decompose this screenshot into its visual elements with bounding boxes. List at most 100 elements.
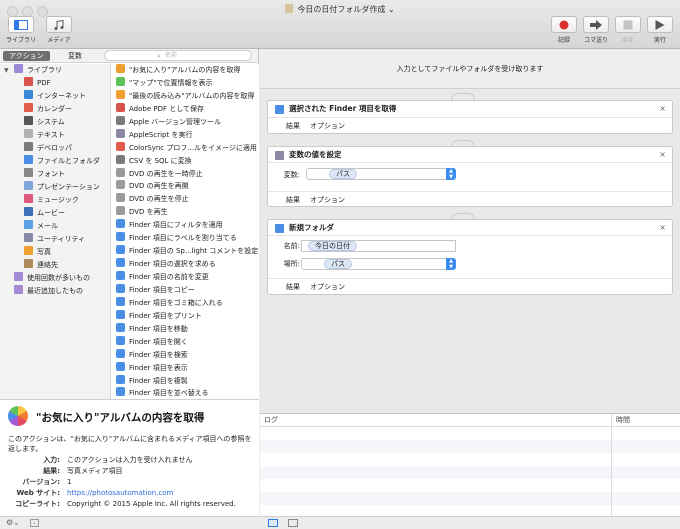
action-list-item[interactable]: Apple バージョン管理ツール	[112, 115, 259, 129]
log-row	[260, 479, 680, 492]
description-input-row: 入力: このアクションは入力を受け入れません	[43, 456, 193, 464]
time-column-header[interactable]: 時間	[616, 414, 630, 427]
date-token[interactable]: 今日の日付	[308, 241, 357, 251]
log-column-header[interactable]: ログ	[264, 414, 278, 427]
action-list-item[interactable]: AppleScript を実行	[112, 128, 259, 142]
action-list-item[interactable]: Finder 項目にラベルを割り当てる	[112, 232, 259, 245]
card2-result-toggle[interactable]: 結果	[286, 196, 300, 204]
card1-result-toggle[interactable]: 結果	[286, 122, 300, 130]
stop-button[interactable]: 中止	[612, 16, 644, 44]
variable-popup[interactable]: パス ▲ ▼	[306, 168, 456, 180]
sidebar-item-category[interactable]: ▼ ライブラリ	[0, 64, 110, 77]
action-card-new-folder[interactable]: 新規フォルダ × 名前: 今日の日付 場所: パス ▲ ▼ 結果 オプション	[267, 219, 673, 295]
description-toggle-icon[interactable]: ⌄	[30, 519, 39, 527]
action-list-item[interactable]: ColorSync プロフ...ルをイメージに適用	[112, 141, 259, 155]
action-list-item[interactable]: DVD の再生を再開	[112, 180, 259, 193]
sidebar-item-category[interactable]: プレゼンテーション	[0, 181, 110, 194]
sidebar-item-category[interactable]: 連絡先	[0, 259, 110, 272]
action-list-item[interactable]: "マップ"で位置情報を表示	[112, 76, 259, 90]
action-list-item[interactable]: "最後の読み込み"アルバムの内容を取得	[112, 89, 259, 103]
place-label: 場所:	[283, 260, 300, 268]
action-card-set-variable[interactable]: 変数の値を設定 × 変数: パス ▲ ▼ 結果 オプション	[267, 146, 673, 207]
action-list-item[interactable]: Finder 項目の名前を変更	[112, 271, 259, 284]
action-icon	[116, 232, 125, 242]
action-list-item[interactable]: Finder 項目をゴミ箱に入れる	[112, 296, 259, 310]
action-list-item[interactable]: Finder 項目を表示	[112, 361, 259, 375]
action-list-item[interactable]: Finder 項目を移動	[112, 322, 259, 336]
sidebar-item-category[interactable]: フォント	[0, 168, 110, 181]
sidebar-item-category[interactable]: デベロッパ	[0, 142, 110, 155]
sidebar-item-category[interactable]: PDF	[0, 77, 110, 90]
action-list-item[interactable]: CSV を SQL に変換	[112, 154, 259, 168]
action-list-item[interactable]: Finder 項目を並べ替える	[112, 387, 259, 399]
sidebar-item-category[interactable]: ユーティリティ	[0, 233, 110, 246]
log-row	[260, 453, 680, 466]
action-icon	[116, 76, 125, 86]
action-list-item[interactable]: DVD を再生	[112, 206, 259, 219]
sidebar-item-category[interactable]: インターネット	[0, 90, 110, 103]
tab-actions[interactable]: アクション	[3, 51, 50, 61]
action-icon	[116, 361, 125, 371]
category-icon	[14, 285, 23, 294]
folder-name-field[interactable]: 今日の日付	[301, 240, 456, 252]
action-card-get-finder-items[interactable]: 選択された Finder 項目を取得 × 結果 オプション	[267, 100, 673, 134]
action-icon	[116, 154, 125, 164]
action-icon	[116, 271, 125, 280]
action-list-item[interactable]: Finder 項目の Sp...light コメントを設定	[112, 245, 259, 258]
search-placeholder: 名前	[165, 52, 178, 59]
action-list-item[interactable]: Finder 項目にフィルタを適用	[112, 219, 259, 232]
sidebar-item-category[interactable]: ファイルとフォルダ	[0, 155, 110, 168]
variables-view-icon[interactable]	[288, 519, 298, 527]
action-list-item[interactable]: Finder 項目を検索	[112, 348, 259, 362]
place-popup[interactable]: パス ▲ ▼	[301, 258, 456, 270]
sidebar-item-category[interactable]: システム	[0, 116, 110, 129]
run-button[interactable]: 実行	[644, 16, 676, 44]
card1-options-toggle[interactable]: オプション	[310, 122, 345, 130]
library-footer: ⚙⌄ ⌄	[0, 516, 259, 529]
library-button[interactable]: ライブラリ	[5, 16, 37, 44]
category-icon	[24, 259, 33, 268]
close-icon[interactable]: ×	[659, 220, 666, 236]
log-view-icon[interactable]	[268, 519, 278, 527]
search-input[interactable]: ⌕ 名前	[104, 50, 252, 61]
gear-icon[interactable]: ⚙⌄	[6, 518, 20, 527]
record-button[interactable]: 記録	[548, 16, 580, 44]
card3-title: 新規フォルダ	[289, 223, 334, 232]
sidebar-item-category[interactable]: カレンダー	[0, 103, 110, 116]
website-link[interactable]: https://photosautomation.com	[67, 488, 173, 498]
sidebar-item-category[interactable]: メール	[0, 220, 110, 233]
music-note-icon	[54, 19, 64, 30]
card3-result-toggle[interactable]: 結果	[286, 283, 300, 291]
card2-options-toggle[interactable]: オプション	[310, 196, 345, 204]
sidebar-item-category[interactable]: 写真	[0, 246, 110, 259]
action-icon	[116, 283, 125, 293]
action-list-item[interactable]: Finder 項目をプリント	[112, 309, 259, 323]
action-icon	[116, 102, 125, 112]
action-list-item[interactable]: Finder 項目を開く	[112, 335, 259, 349]
category-icon	[24, 142, 33, 151]
action-icon	[116, 296, 125, 306]
action-list-item[interactable]: Finder 項目の選択を求める	[112, 258, 259, 271]
category-label: テキスト	[37, 131, 65, 139]
sidebar-item-category[interactable]: ミュージック	[0, 194, 110, 207]
disclosure-triangle-icon[interactable]: ▼	[4, 64, 9, 77]
action-list-item[interactable]: Finder 項目をコピー	[112, 283, 259, 297]
card3-options-toggle[interactable]: オプション	[310, 283, 345, 291]
action-label: Finder 項目を開く	[129, 337, 188, 346]
tab-variables[interactable]: 変数	[62, 51, 88, 61]
sidebar-item-category[interactable]: テキスト	[0, 129, 110, 142]
sidebar-item-category[interactable]: 使用回数が多いもの	[0, 272, 110, 285]
sidebar-item-category[interactable]: 最近追加したもの	[0, 285, 110, 298]
action-list-item[interactable]: DVD の再生を停止	[112, 193, 259, 206]
window-toolbar: 今日の日付フォルダ作成 ⌄ ライブラリ メディア 記録 コマ送り 中止 実行	[0, 0, 680, 49]
action-list-item[interactable]: "お気に入り"アルバムの内容を取得	[112, 64, 259, 77]
action-label: Apple バージョン管理ツール	[129, 117, 222, 126]
action-list-item[interactable]: DVD の再生を一時停止	[112, 167, 259, 181]
sidebar-item-category[interactable]: ムービー	[0, 207, 110, 220]
action-list-item[interactable]: Finder 項目を複製	[112, 374, 259, 388]
close-icon[interactable]: ×	[659, 147, 666, 163]
action-list-item[interactable]: Adobe PDF として保存	[112, 102, 259, 116]
step-button[interactable]: コマ送り	[580, 16, 612, 44]
media-button[interactable]: メディア	[43, 16, 75, 44]
close-icon[interactable]: ×	[659, 101, 666, 117]
